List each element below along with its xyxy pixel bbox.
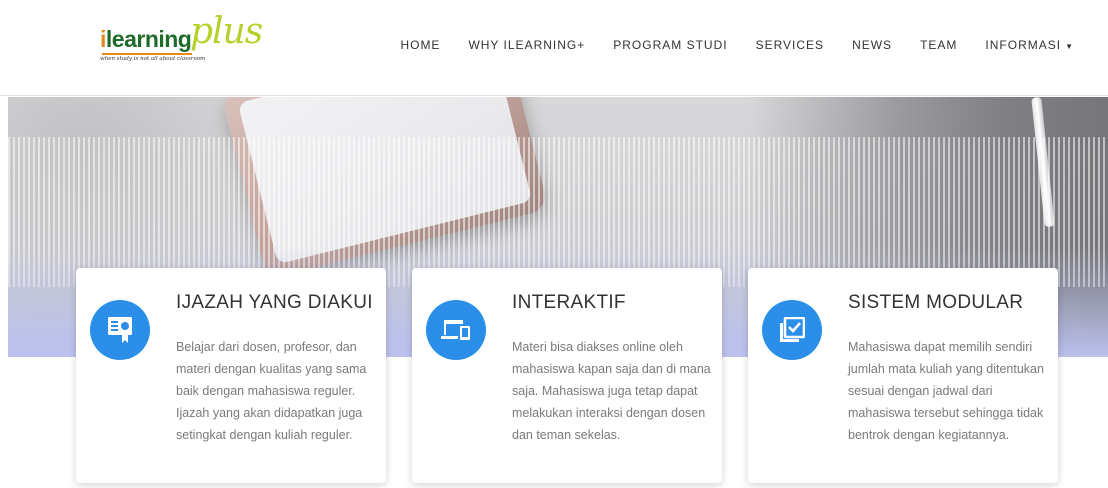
nav-home[interactable]: HOME [400, 38, 440, 52]
card-description: Materi bisa diakses online oleh mahasisw… [512, 340, 711, 442]
main-nav: HOME WHY ILEARNING+ PROGRAM STUDI SERVIC… [400, 38, 1074, 52]
feature-card-ijazah: IJAZAH YANG DIAKUI Belajar dari dosen, p… [76, 268, 386, 483]
nav-services[interactable]: SERVICES [756, 38, 824, 52]
nav-team[interactable]: TEAM [920, 38, 957, 52]
nav-informasi[interactable]: INFORMASI ▼ [985, 38, 1074, 52]
logo-main-text: learning [105, 26, 192, 52]
caret-down-icon: ▼ [1065, 42, 1074, 51]
ilearning-plus-logo[interactable]: ilearning plus when study is not all abo… [100, 10, 263, 72]
card-title: INTERAKTIF [512, 292, 626, 313]
logo-wordmark: ilearning [100, 26, 192, 52]
nav-why-ilearning[interactable]: WHY ILEARNING+ [468, 38, 585, 52]
checklist-icon [762, 300, 822, 360]
certificate-icon-svg [108, 317, 132, 343]
card-description: Mahasiswa dapat memilih sendiri jumlah m… [848, 340, 1044, 442]
feature-card-interaktif: INTERAKTIF Materi bisa diakses online ol… [412, 268, 722, 483]
nav-news[interactable]: NEWS [852, 38, 892, 52]
logo-underline [102, 53, 192, 55]
card-description: Belajar dari dosen, profesor, dan materi… [176, 340, 367, 442]
certificate-icon [90, 300, 150, 360]
nav-informasi-label: INFORMASI [985, 38, 1062, 52]
card-title: SISTEM MODULAR [848, 292, 1024, 313]
devices-icon [426, 300, 486, 360]
card-title: IJAZAH YANG DIAKUI [176, 292, 373, 313]
devices-icon-svg [441, 320, 470, 340]
feature-card-modular: SISTEM MODULAR Mahasiswa dapat memilih s… [748, 268, 1058, 483]
nav-program-studi[interactable]: PROGRAM STUDI [613, 38, 727, 52]
site-header: ilearning plus when study is not all abo… [0, 0, 1108, 96]
logo-plus-text: plus [190, 11, 263, 52]
logo-tagline: when study is not all about classroom [100, 56, 206, 62]
checklist-icon-svg [780, 317, 805, 342]
